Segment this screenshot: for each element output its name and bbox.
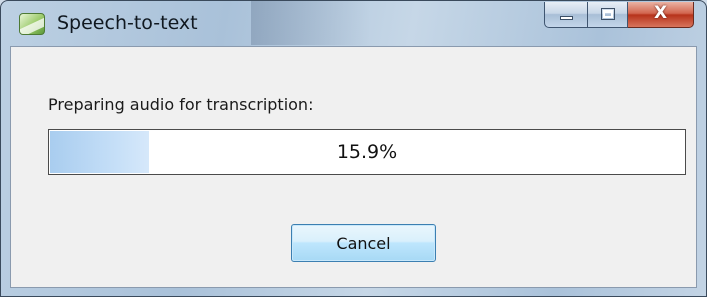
window-controls: X	[544, 2, 694, 28]
status-label: Preparing audio for transcription:	[48, 95, 314, 114]
app-icon[interactable]	[19, 13, 45, 35]
progress-bar: 15.9%	[48, 129, 686, 175]
dialog-window: Speech-to-text X Preparing audio for tra…	[0, 0, 707, 297]
close-icon: X	[653, 3, 668, 23]
dialog-body: Preparing audio for transcription: 15.9%…	[10, 46, 697, 288]
maximize-icon	[601, 8, 615, 20]
title-bar[interactable]: Speech-to-text X	[1, 1, 706, 45]
close-button[interactable]: X	[628, 2, 694, 28]
minimize-button[interactable]	[544, 2, 588, 28]
progress-percent-label: 15.9%	[336, 141, 398, 163]
cancel-button[interactable]: Cancel	[291, 224, 436, 262]
minimize-icon	[560, 16, 573, 20]
maximize-button[interactable]	[588, 2, 628, 28]
window-title: Speech-to-text	[57, 12, 198, 34]
